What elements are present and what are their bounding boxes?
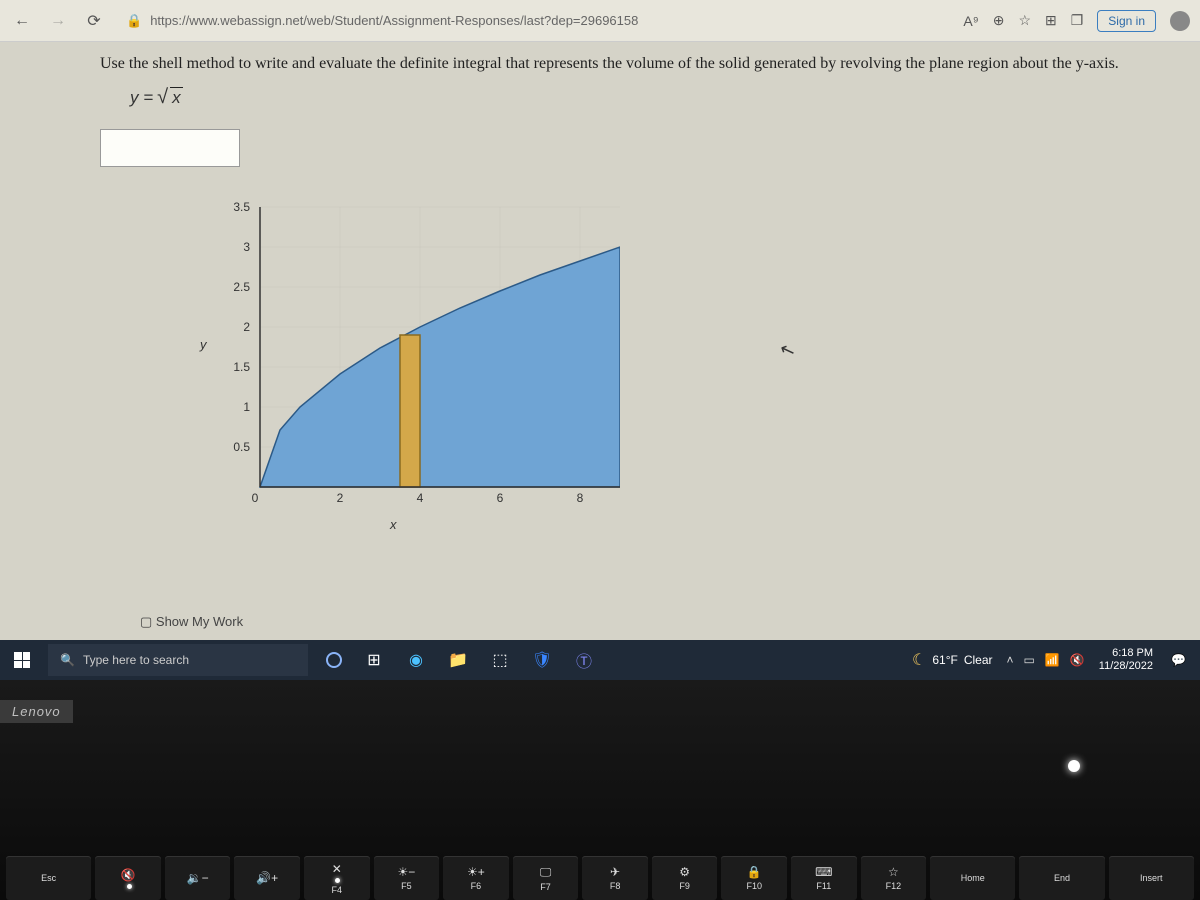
refresh-button[interactable]: ⟳: [82, 9, 106, 33]
region-plot: y x: [220, 197, 620, 517]
key-Insert[interactable]: Insert: [1109, 856, 1194, 900]
teams-icon[interactable]: Ⓣ: [566, 642, 602, 678]
show-my-work-link[interactable]: ▢ Show My Work: [140, 614, 243, 630]
search-placeholder: Type here to search: [83, 653, 189, 667]
y-tick: 2.5: [233, 280, 250, 294]
key-🔉−[interactable]: 🔉−: [165, 856, 231, 900]
key-Home[interactable]: Home: [930, 856, 1015, 900]
equation: y = x: [130, 86, 1180, 109]
y-tick: 2: [243, 320, 250, 334]
y-tick: 1.5: [233, 360, 250, 374]
key-F7[interactable]: 🖵F7: [513, 856, 579, 900]
file-explorer-icon[interactable]: 📁: [440, 642, 476, 678]
edge-icon[interactable]: ◉: [398, 642, 434, 678]
laptop-body: Lenovo Esc🔇🔉−🔊+✕F4☀−F5☀+F6🖵F7✈F8⚙F9🔒F10⌨…: [0, 680, 1200, 900]
y-tick: 3: [243, 240, 250, 254]
y-tick: 0.5: [233, 440, 250, 454]
zoom-icon[interactable]: ⊕: [993, 12, 1005, 29]
key-F4[interactable]: ✕F4: [304, 856, 370, 900]
taskbar-search[interactable]: 🔍 Type here to search: [48, 644, 308, 676]
weather-icon: ☾: [912, 650, 926, 670]
lock-icon: 🔒: [126, 13, 142, 29]
x-axis-label: x: [390, 517, 397, 532]
back-button[interactable]: ←: [10, 9, 34, 33]
url-text: https://www.webassign.net/web/Student/As…: [150, 13, 638, 28]
key-F11[interactable]: ⌨F11: [791, 856, 857, 900]
profile-icon[interactable]: [1170, 11, 1190, 31]
start-button[interactable]: [0, 640, 44, 680]
chevron-up-icon[interactable]: ˄: [1007, 653, 1014, 667]
x-tick: 4: [417, 491, 424, 505]
task-view-icon[interactable]: ⊞: [356, 642, 392, 678]
notifications-icon[interactable]: 💬: [1165, 653, 1192, 667]
extensions-icon[interactable]: ❐: [1071, 12, 1084, 29]
windows-logo-icon: [14, 652, 30, 668]
collections-icon[interactable]: ⊞: [1045, 12, 1057, 29]
cortana-icon[interactable]: [326, 652, 342, 668]
security-icon[interactable]: 🛡: [524, 642, 560, 678]
sqrt-icon: [157, 86, 168, 109]
forward-button[interactable]: →: [46, 9, 70, 33]
key-🔇[interactable]: 🔇: [95, 856, 161, 900]
y-tick: 3.5: [233, 200, 250, 214]
x-tick: 2: [337, 491, 344, 505]
time-text: 6:18 PM: [1099, 647, 1153, 660]
y-tick: 1: [243, 400, 250, 414]
store-icon[interactable]: ⬚: [482, 642, 518, 678]
weather-temp: 61°F: [932, 653, 957, 667]
key-End[interactable]: End: [1019, 856, 1104, 900]
x-tick: 6: [497, 491, 504, 505]
lenovo-badge: Lenovo: [0, 700, 73, 723]
weather-widget[interactable]: ☾ 61°F Clear: [912, 650, 993, 670]
sign-in-button[interactable]: Sign in: [1097, 10, 1156, 32]
volume-mute-icon[interactable]: 🔇: [1070, 653, 1085, 667]
search-icon: 🔍: [60, 653, 75, 667]
key-F6[interactable]: ☀+F6: [443, 856, 509, 900]
key-🔊+[interactable]: 🔊+: [234, 856, 300, 900]
chart-svg: 0 2 4 6 8 0.5 1 1.5 2 2.5 3 3.5: [220, 197, 620, 517]
address-bar[interactable]: 🔒 https://www.webassign.net/web/Student/…: [118, 9, 951, 33]
key-F5[interactable]: ☀−F5: [374, 856, 440, 900]
key-F12[interactable]: ☆F12: [861, 856, 927, 900]
read-aloud-icon[interactable]: A⁹: [963, 13, 978, 29]
keyboard-function-row: Esc🔇🔉−🔊+✕F4☀−F5☀+F6🖵F7✈F8⚙F9🔒F10⌨F11☆F12…: [0, 840, 1200, 900]
browser-toolbar: ← → ⟳ 🔒 https://www.webassign.net/web/St…: [0, 0, 1200, 42]
weather-condition: Clear: [964, 653, 993, 667]
power-led: [1068, 760, 1080, 772]
taskbar-clock[interactable]: 6:18 PM 11/28/2022: [1099, 647, 1153, 673]
key-F8[interactable]: ✈F8: [582, 856, 648, 900]
radicand: x: [170, 87, 183, 108]
problem-statement: Use the shell method to write and evalua…: [100, 52, 1180, 76]
windows-taskbar: 🔍 Type here to search ⊞ ◉ 📁 ⬚ 🛡 Ⓣ ☾ 61°F…: [0, 640, 1200, 680]
x-tick: 8: [577, 491, 584, 505]
cursor-icon: ↖: [777, 338, 798, 363]
y-axis-label: y: [200, 337, 207, 352]
answer-input[interactable]: [100, 129, 240, 167]
date-text: 11/28/2022: [1099, 660, 1153, 673]
key-F10[interactable]: 🔒F10: [721, 856, 787, 900]
wifi-icon[interactable]: 📶: [1045, 653, 1060, 667]
equation-lhs: y =: [130, 88, 153, 108]
x-tick: 0: [252, 491, 259, 505]
favorite-icon[interactable]: ☆: [1018, 12, 1031, 29]
system-tray[interactable]: ˄ ▭ 📶 🔇: [1007, 653, 1085, 667]
key-Esc[interactable]: Esc: [6, 856, 91, 900]
key-F9[interactable]: ⚙F9: [652, 856, 718, 900]
battery-icon[interactable]: ▭: [1024, 653, 1035, 667]
